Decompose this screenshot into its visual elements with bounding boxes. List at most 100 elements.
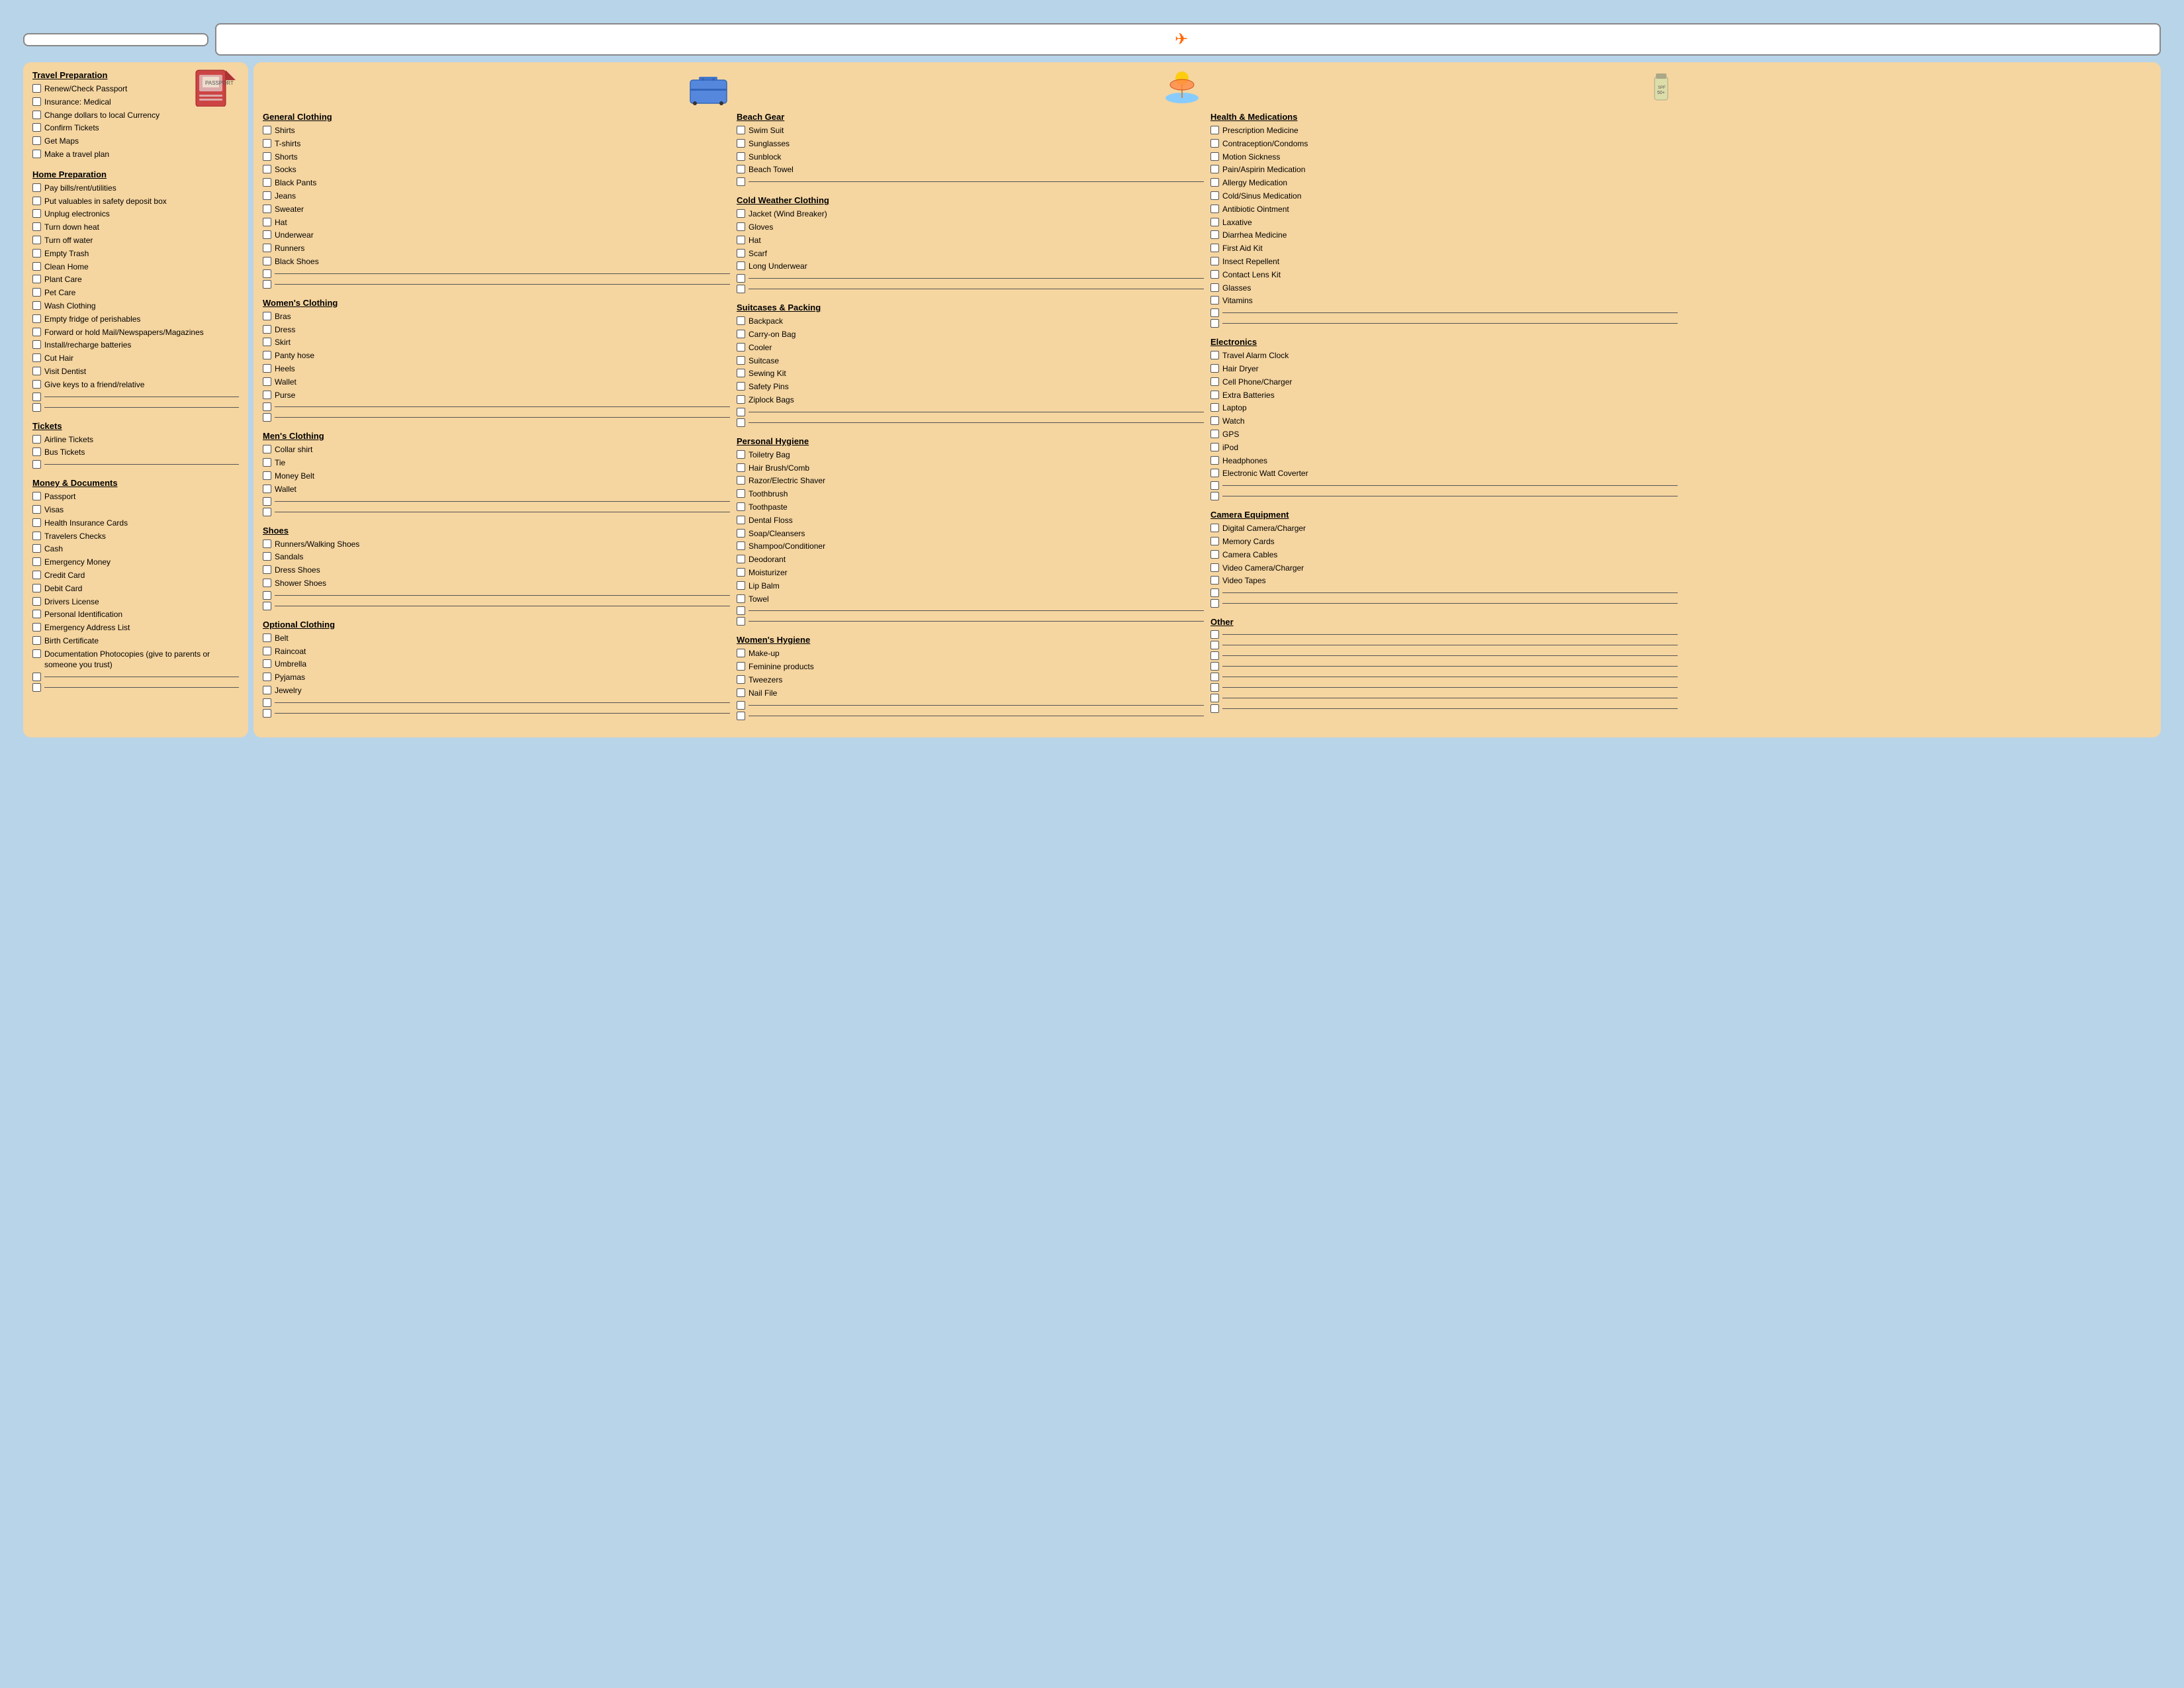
checkbox[interactable] [1210,178,1219,187]
blank-checkbox[interactable] [263,508,271,516]
check-item[interactable]: Camera Cables [1210,549,1678,561]
checkbox[interactable] [1210,296,1219,305]
blank-line[interactable] [1210,492,1678,500]
checkbox[interactable] [1210,550,1219,559]
blank-checkbox[interactable] [1210,704,1219,713]
check-item[interactable]: Dress Shoes [263,565,730,576]
blank-line[interactable] [263,413,730,422]
blank-line[interactable] [737,274,1204,283]
checkbox[interactable] [32,301,41,310]
check-item[interactable]: Sweater [263,204,730,215]
check-item[interactable]: Purse [263,390,730,401]
checkbox[interactable] [32,367,41,375]
checkbox[interactable] [263,205,271,213]
check-item[interactable]: Pyjamas [263,672,730,683]
checkbox[interactable] [263,325,271,334]
checkbox[interactable] [263,391,271,399]
checkbox[interactable] [32,275,41,283]
blank-checkbox[interactable] [1210,319,1219,328]
check-item[interactable]: Visas [32,504,239,516]
blank-line[interactable] [32,683,239,692]
check-item[interactable]: Renew/Check Passport [32,83,193,95]
check-item[interactable]: Install/recharge batteries [32,340,239,351]
blank-checkbox[interactable] [32,673,41,681]
check-item[interactable]: Make a travel plan [32,149,239,160]
blank-line[interactable] [263,402,730,411]
checkbox[interactable] [737,516,745,524]
check-item[interactable]: Turn off water [32,235,239,246]
check-item[interactable]: Emergency Address List [32,622,239,633]
check-item[interactable]: Change dollars to local Currency [32,110,193,121]
blank-line[interactable] [737,177,1204,186]
check-item[interactable]: Towel [737,594,1204,605]
checkbox[interactable] [1210,165,1219,173]
checkbox[interactable] [32,492,41,500]
checkbox[interactable] [32,249,41,258]
checkbox[interactable] [737,594,745,603]
checkbox[interactable] [737,343,745,352]
blank-line[interactable] [263,709,730,718]
checkbox[interactable] [1210,416,1219,425]
check-item[interactable]: Ziplock Bags [737,395,1204,406]
blank-line[interactable] [1210,630,1678,639]
checkbox[interactable] [1210,270,1219,279]
blank-line[interactable] [263,591,730,600]
check-item[interactable]: Drivers License [32,596,239,608]
checkbox[interactable] [737,382,745,391]
check-item[interactable]: Wash Clothing [32,301,239,312]
checkbox[interactable] [263,485,271,493]
check-item[interactable]: Heels [263,363,730,375]
check-item[interactable]: Tie [263,457,730,469]
checkbox[interactable] [32,505,41,514]
check-item[interactable]: Passport [32,491,239,502]
checkbox[interactable] [737,489,745,498]
check-item[interactable]: Long Underwear [737,261,1204,272]
checkbox[interactable] [737,249,745,258]
check-item[interactable]: Cell Phone/Charger [1210,377,1678,388]
check-item[interactable]: Travel Alarm Clock [1210,350,1678,361]
blank-line[interactable] [1210,673,1678,681]
checkbox[interactable] [32,111,41,119]
checkbox[interactable] [32,314,41,323]
checkbox[interactable] [1210,244,1219,252]
blank-checkbox[interactable] [737,617,745,626]
checkbox[interactable] [1210,537,1219,545]
checkbox[interactable] [1210,139,1219,148]
blank-line[interactable] [1210,481,1678,490]
blank-line[interactable] [1210,599,1678,608]
checkbox[interactable] [737,541,745,550]
blank-checkbox[interactable] [1210,481,1219,490]
blank-checkbox[interactable] [263,591,271,600]
check-item[interactable]: Allergy Medication [1210,177,1678,189]
checkbox[interactable] [737,662,745,671]
blank-checkbox[interactable] [737,177,745,186]
check-item[interactable]: Jeans [263,191,730,202]
check-item[interactable]: Sewing Kit [737,368,1204,379]
blank-checkbox[interactable] [1210,651,1219,660]
checkbox[interactable] [737,649,745,657]
checkbox[interactable] [1210,230,1219,239]
checkbox[interactable] [263,552,271,561]
check-item[interactable]: Forward or hold Mail/Newspapers/Magazine… [32,327,239,338]
check-item[interactable]: Health Insurance Cards [32,518,239,529]
check-item[interactable]: Cut Hair [32,353,239,364]
checkbox[interactable] [263,539,271,548]
check-item[interactable]: Electronic Watt Coverter [1210,468,1678,479]
check-item[interactable]: Dress [263,324,730,336]
check-item[interactable]: Shower Shoes [263,578,730,589]
checkbox[interactable] [32,649,41,658]
check-item[interactable]: Gloves [737,222,1204,233]
checkbox[interactable] [32,447,41,456]
check-item[interactable]: Runners [263,243,730,254]
check-item[interactable]: Contraception/Condoms [1210,138,1678,150]
check-item[interactable]: Shorts [263,152,730,163]
check-item[interactable]: Pet Care [32,287,239,299]
check-item[interactable]: T-shirts [263,138,730,150]
blank-line[interactable] [1210,662,1678,671]
check-item[interactable]: Hat [263,217,730,228]
blank-line[interactable] [1210,694,1678,702]
checkbox[interactable] [737,209,745,218]
blank-line[interactable] [737,606,1204,615]
check-item[interactable]: Beach Towel [737,164,1204,175]
checkbox[interactable] [32,557,41,566]
